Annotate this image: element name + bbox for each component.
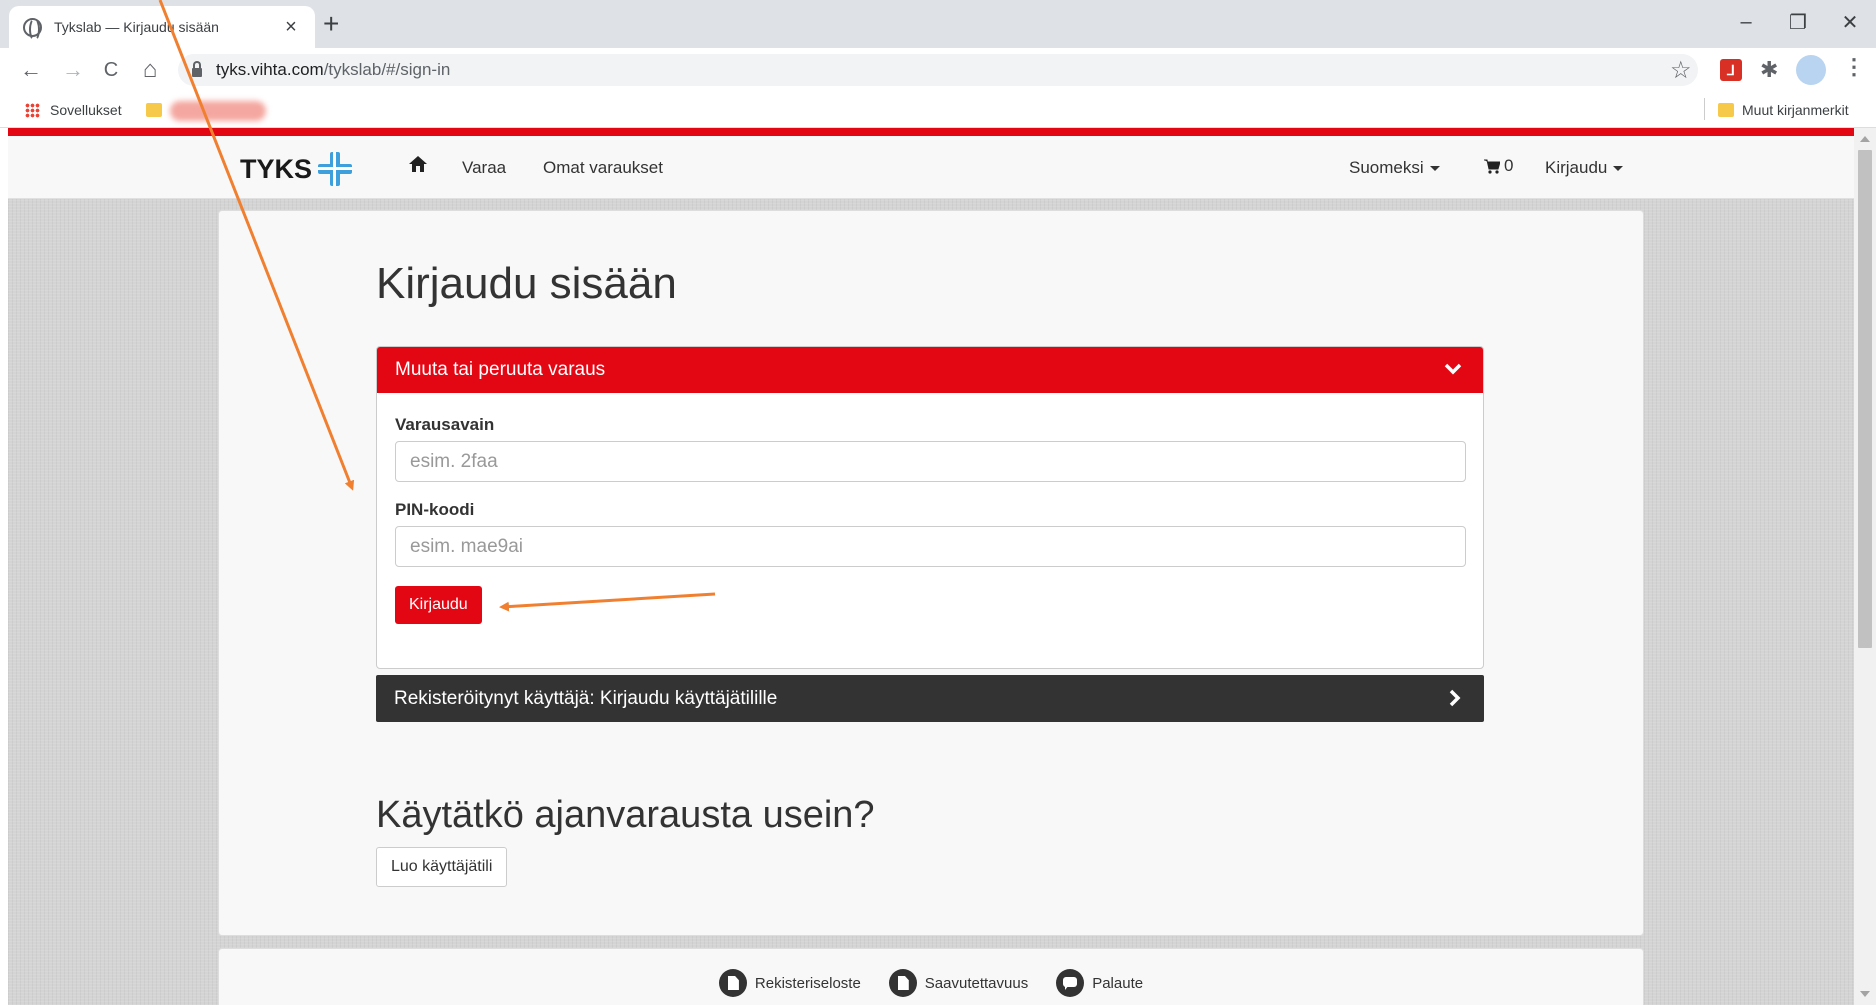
window-controls: – ❐ ✕ [1720,0,1876,48]
redacted-bookmark[interactable] [170,101,266,121]
apps-grid-icon[interactable] [25,103,40,118]
logo-text: TYKS [240,153,313,184]
tyks-logo[interactable]: TYKS [240,152,353,186]
reload-button[interactable]: C [97,56,125,84]
change-booking-panel: Muuta tai peruuta varaus Varausavain PIN… [376,346,1484,669]
page-title: Kirjaudu sisään [376,259,677,308]
bookmark-star-icon[interactable]: ☆ [1670,56,1692,85]
footer-link-label: Saavutettavuus [924,974,1029,992]
page-scrollbar[interactable] [1854,128,1876,1005]
registered-user-title: Rekisteröitynyt käyttäjä: Kirjaudu käytt… [394,687,778,709]
address-bar[interactable]: tyks.vihta.com/tykslab/#/sign-in [178,54,1698,86]
footer-links: Rekisteriseloste Saavutettavuus Palaute [219,969,1643,997]
footer-link-label: Rekisteriseloste [754,974,861,992]
back-button[interactable]: ← [17,56,45,84]
extensions-puzzle-icon[interactable]: ✱ [1760,57,1778,83]
browser-menu-icon[interactable]: ⋮ [1843,54,1865,80]
scroll-thumb[interactable] [1858,150,1872,648]
scroll-up-arrow[interactable] [1860,136,1870,142]
bookmark-apps[interactable]: Sovellukset [50,102,122,118]
change-booking-title: Muuta tai peruuta varaus [395,359,606,380]
login-dropdown[interactable]: Kirjaudu [1545,158,1623,178]
document-icon [888,969,917,997]
tab-close-icon[interactable]: × [281,16,301,39]
cart-link[interactable]: 0 [1484,156,1513,176]
registered-user-panel[interactable]: Rekisteröitynyt käyttäjä: Kirjaudu käytt… [376,675,1484,722]
main-card: Kirjaudu sisään Muuta tai peruuta varaus… [218,210,1644,936]
footer-link-rekisteriseloste[interactable]: Rekisteriseloste [718,969,861,997]
profile-avatar[interactable] [1796,55,1826,85]
forward-button[interactable]: → [59,56,87,84]
minimize-button[interactable]: – [1720,0,1772,44]
language-dropdown[interactable]: Suomeksi [1349,158,1440,178]
login-submit-button[interactable]: Kirjaudu [395,586,482,624]
footer-link-label: Palaute [1092,974,1144,992]
scroll-down-arrow[interactable] [1860,991,1870,997]
footer-link-saavutettavuus[interactable]: Saavutettavuus [888,969,1029,997]
url-host: tyks.vihta.com [216,60,324,79]
close-window-button[interactable]: ✕ [1824,0,1876,44]
language-label: Suomeksi [1349,158,1424,177]
url-path: /tykslab/#/sign-in [323,60,451,79]
chevron-down-icon [1443,359,1463,379]
login-label: Kirjaudu [1545,158,1608,177]
tab-title: Tykslab — Kirjaudu sisään [54,19,219,35]
site-navbar: TYKS Varaa Omat varaukset Suomeksi 0 Kir… [8,136,1854,199]
nav-link-varaa[interactable]: Varaa [462,158,506,178]
bookmarks-bar: Sovellukset Muut kirjanmerkit [0,92,1876,128]
folder-icon[interactable] [146,103,162,117]
cross-logo-icon [318,152,353,186]
chevron-right-icon [1444,688,1464,708]
page-footer: Rekisteriseloste Saavutettavuus Palaute [218,948,1644,1005]
browser-tab-active[interactable]: Tykslab — Kirjaudu sisään × [9,6,315,48]
create-account-button[interactable]: Luo käyttäjätili [376,847,508,887]
page-viewport: TYKS Varaa Omat varaukset Suomeksi 0 Kir… [8,128,1854,1005]
folder-icon [1718,103,1734,117]
pin-input[interactable] [395,526,1466,567]
pin-label: PIN-koodi [395,500,475,519]
change-booking-header[interactable]: Muuta tai peruuta varaus [377,347,1483,393]
top-accent-stripe [8,128,1854,136]
footer-link-palaute[interactable]: Palaute [1056,969,1143,997]
new-tab-button[interactable]: + [323,8,339,40]
booking-key-input[interactable] [395,441,1466,482]
home-icon[interactable] [408,154,428,174]
globe-icon [23,17,42,41]
bookmark-separator [1704,98,1705,120]
booking-key-label: Varausavain [395,415,495,434]
nav-link-omat-varaukset[interactable]: Omat varaukset [543,158,663,178]
restore-button[interactable]: ❐ [1772,0,1824,44]
browser-tab-bar: Tykslab — Kirjaudu sisään × + – ❐ ✕ [0,0,1876,48]
document-icon [718,969,747,997]
bookmark-other[interactable]: Muut kirjanmerkit [1742,102,1849,118]
frequent-use-title: Käytätkö ajanvarausta usein? [376,794,875,836]
home-button[interactable]: ⌂ [136,56,164,84]
cart-icon [1484,159,1500,174]
pdf-extension-icon[interactable]: ⅃ [1720,59,1742,81]
browser-toolbar: ← → C ⌂ tyks.vihta.com/tykslab/#/sign-in… [0,48,1876,92]
chat-icon [1056,969,1085,997]
change-booking-form: Varausavain PIN-koodi Kirjaudu [377,393,1483,624]
lock-icon [192,60,202,77]
cart-count: 0 [1504,156,1514,175]
